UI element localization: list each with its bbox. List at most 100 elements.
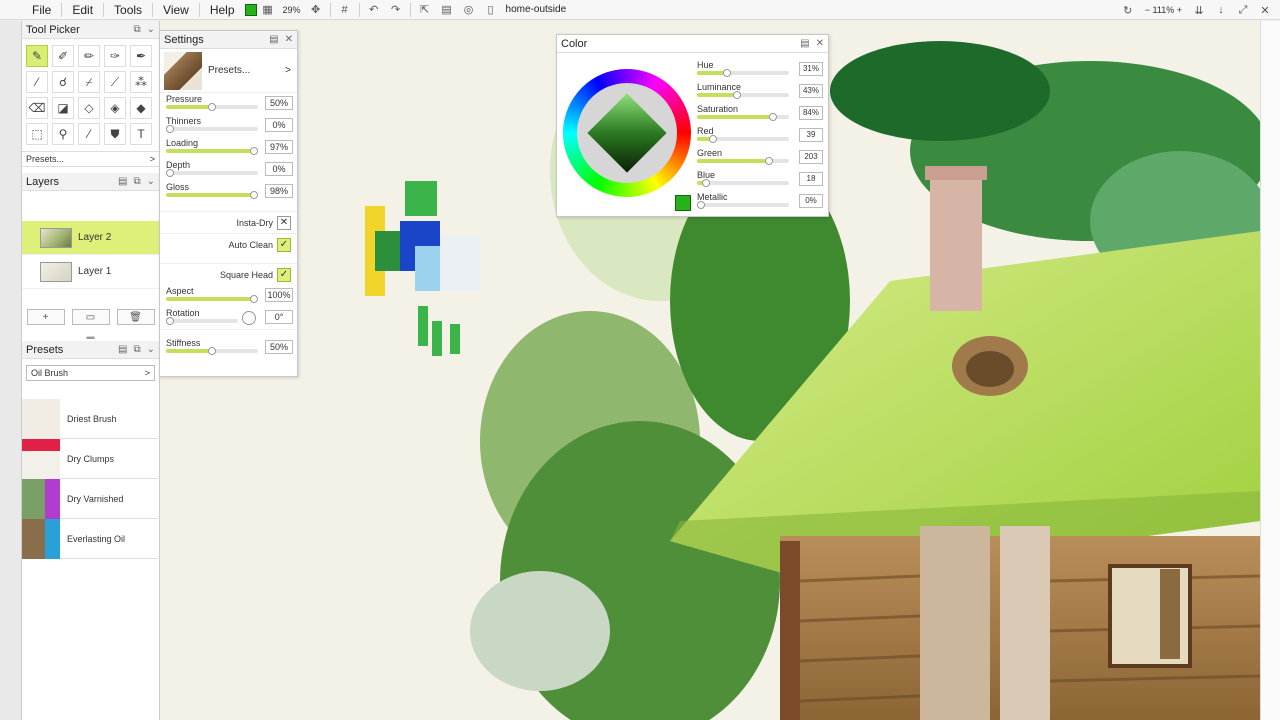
slider-track[interactable] xyxy=(697,91,789,99)
slider-value[interactable]: 43% xyxy=(799,84,823,98)
rotation-slider[interactable]: Rotation 0° xyxy=(164,307,293,329)
luminance-slider[interactable]: Luminance 43% xyxy=(697,82,823,104)
reset-icon[interactable]: ↻ xyxy=(1120,2,1136,18)
slider-knob[interactable] xyxy=(166,125,174,133)
preset-category-select[interactable]: Oil Brush > xyxy=(26,365,155,381)
slider-value[interactable]: 18 xyxy=(799,172,823,186)
hue-slider[interactable]: Hue 31% xyxy=(697,60,823,82)
saturation-slider[interactable]: Saturation 84% xyxy=(697,104,823,126)
text-icon[interactable]: T xyxy=(130,123,152,145)
bucket-icon[interactable]: ⛊ xyxy=(104,123,126,145)
water-icon[interactable]: ◆ xyxy=(130,97,152,119)
slider-knob[interactable] xyxy=(697,201,705,209)
slider-knob[interactable] xyxy=(250,191,258,199)
document-name[interactable]: home-outside xyxy=(506,4,567,15)
insta-dry-checkbox[interactable]: ✕ xyxy=(277,215,291,230)
square-head-checkbox[interactable]: ✓ xyxy=(277,267,291,282)
slider-track[interactable] xyxy=(697,179,789,187)
list-item[interactable]: Dry Clumps xyxy=(22,438,160,479)
minimize-icon[interactable]: ⇊ xyxy=(1191,2,1207,18)
resize-grip[interactable]: ▬ xyxy=(22,331,159,341)
menu-edit[interactable]: Edit xyxy=(62,2,105,17)
slider-value[interactable]: 50% xyxy=(265,340,293,354)
smudge-icon[interactable]: ☌ xyxy=(52,71,74,93)
tool-presets-row[interactable]: Presets... > xyxy=(22,151,159,167)
slider-knob[interactable] xyxy=(723,69,731,77)
stiffness-slider[interactable]: Stiffness 50% xyxy=(164,337,293,359)
blender-icon[interactable]: ◈ xyxy=(104,97,126,119)
fit-icon[interactable]: ↓ xyxy=(1213,2,1229,18)
slider-knob[interactable] xyxy=(769,113,777,121)
chevron-down-icon[interactable]: ⌄ xyxy=(147,176,155,187)
slider-track[interactable] xyxy=(166,169,258,177)
brush-icon[interactable]: ✐ xyxy=(52,45,74,67)
menu-tools[interactable]: Tools xyxy=(104,2,154,17)
list-icon[interactable]: ▤ xyxy=(269,34,278,45)
slider-value[interactable]: 84% xyxy=(799,106,823,120)
slider-track[interactable] xyxy=(166,147,258,155)
slider-knob[interactable] xyxy=(250,147,258,155)
slider-value[interactable]: 0% xyxy=(799,194,823,208)
rotation-dial-icon[interactable] xyxy=(242,311,256,325)
marker-icon[interactable]: ✒ xyxy=(130,45,152,67)
close-icon[interactable]: ✕ xyxy=(1257,2,1273,18)
hue-wheel[interactable] xyxy=(563,69,691,197)
slider-knob[interactable] xyxy=(765,157,773,165)
slider-knob[interactable] xyxy=(166,317,174,325)
pen-icon[interactable]: ✎ xyxy=(26,45,48,67)
slider-knob[interactable] xyxy=(208,103,216,111)
fullscreen-icon[interactable]: ⤢ xyxy=(1235,2,1251,18)
gloss-slider[interactable]: Gloss 98% xyxy=(164,181,293,203)
list-icon[interactable]: ▤ xyxy=(118,176,127,187)
select-icon[interactable]: ⬚ xyxy=(26,123,48,145)
popout-icon[interactable]: ⧉ xyxy=(133,24,140,35)
slider-value[interactable]: 100% xyxy=(265,288,293,302)
thinners-slider[interactable]: Thinners 0% xyxy=(164,115,293,137)
folder-button[interactable]: ▭ xyxy=(71,309,110,325)
knife-icon[interactable]: ⁄ xyxy=(26,71,48,93)
brush-presets-row[interactable]: Presets... > xyxy=(160,49,297,93)
export-icon[interactable]: ⇱ xyxy=(417,2,433,18)
layer-row[interactable]: Layer 1 xyxy=(22,255,159,289)
slider-track[interactable] xyxy=(697,113,789,121)
current-color-swatch[interactable] xyxy=(675,195,691,211)
fill-icon[interactable]: ◇ xyxy=(78,97,100,119)
slider-knob[interactable] xyxy=(733,91,741,99)
popout-icon[interactable]: ⧉ xyxy=(133,176,140,187)
aspect-slider[interactable]: Aspect 100% xyxy=(164,285,293,307)
airbrush-icon[interactable]: ✑ xyxy=(104,45,126,67)
slider-value[interactable]: 98% xyxy=(265,184,293,198)
metallic-slider[interactable]: Metallic 0% xyxy=(697,192,823,214)
pencil-icon[interactable]: ✏ xyxy=(78,45,100,67)
loading-slider[interactable]: Loading 97% xyxy=(164,137,293,159)
green-slider[interactable]: Green 203 xyxy=(697,148,823,170)
slider-track[interactable] xyxy=(166,317,238,325)
list-icon[interactable]: ▤ xyxy=(800,38,809,49)
menu-help[interactable]: Help xyxy=(200,3,245,17)
auto-clean-checkbox[interactable]: ✓ xyxy=(277,237,291,252)
gallery-icon[interactable]: ▤ xyxy=(439,2,455,18)
slider-value[interactable]: 31% xyxy=(799,62,823,76)
slider-knob[interactable] xyxy=(208,347,216,355)
list-item[interactable]: Everlasting Oil xyxy=(22,518,160,559)
dropper-icon[interactable]: ⁄ xyxy=(78,123,100,145)
add-layer-button[interactable]: + xyxy=(26,309,65,325)
slider-value[interactable]: 97% xyxy=(265,140,293,154)
depth-slider[interactable]: Depth 0% xyxy=(164,159,293,181)
slider-track[interactable] xyxy=(166,191,258,199)
nib-icon[interactable]: ⌿ xyxy=(78,71,100,93)
slider-knob[interactable] xyxy=(709,135,717,143)
slider-knob[interactable] xyxy=(250,295,258,303)
undo-icon[interactable]: ↶ xyxy=(366,2,382,18)
slider-knob[interactable] xyxy=(702,179,710,187)
slider-value[interactable]: 0° xyxy=(265,310,293,324)
close-icon[interactable]: ✕ xyxy=(285,34,293,45)
slider-track[interactable] xyxy=(697,201,789,209)
ink-icon[interactable]: ⟋ xyxy=(104,71,126,93)
move-icon[interactable]: ✥ xyxy=(308,2,324,18)
popout-icon[interactable]: ⧉ xyxy=(133,344,140,355)
slider-track[interactable] xyxy=(166,103,258,111)
hash-grid-icon[interactable]: # xyxy=(337,2,353,18)
slider-track[interactable] xyxy=(166,347,258,355)
slider-track[interactable] xyxy=(166,295,258,303)
